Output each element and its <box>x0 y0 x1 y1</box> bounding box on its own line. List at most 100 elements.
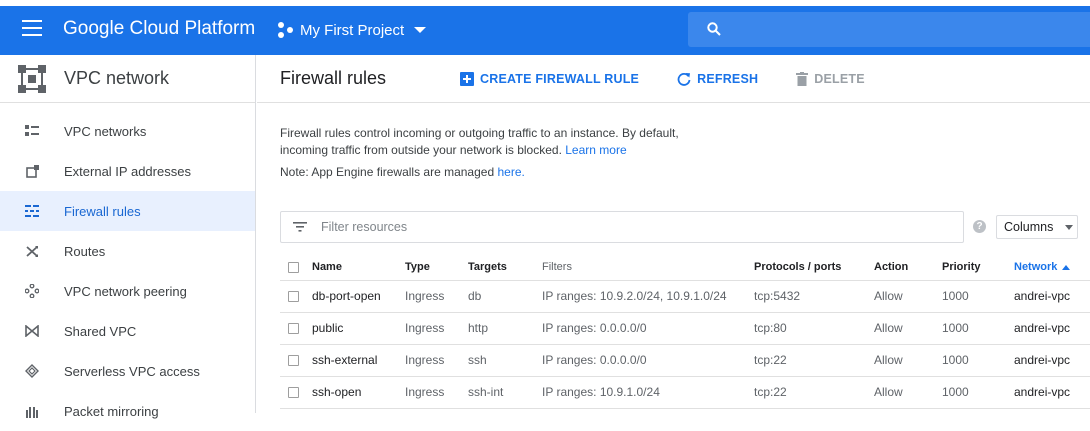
vpc-networks-icon <box>24 123 40 139</box>
learn-more-link[interactable]: Learn more <box>565 143 626 157</box>
cell-type: Ingress <box>405 376 468 409</box>
cell-ports: tcp:5432 <box>754 280 874 313</box>
project-icon <box>278 22 294 38</box>
search-input[interactable] <box>732 18 1072 40</box>
column-header-network[interactable]: Network <box>1014 255 1090 281</box>
cell-network[interactable]: andrei-vpc <box>1014 344 1090 377</box>
table-header-row: Name Type Targets Filters Protocols / po… <box>280 255 1090 281</box>
columns-dropdown[interactable]: Columns <box>996 215 1078 239</box>
packet-mirroring-icon <box>24 403 40 419</box>
table-row[interactable]: ssh-external Ingress ssh IP ranges: 0.0.… <box>280 344 1090 377</box>
note-text: Note: App Engine firewalls are managed <box>280 165 495 179</box>
sort-ascending-icon <box>1062 264 1071 270</box>
filter-bar[interactable] <box>280 211 964 243</box>
column-header-protocols[interactable]: Protocols / ports <box>754 255 874 281</box>
main-content: Firewall rules CREATE FIREWALL RULE REFR… <box>257 55 1090 413</box>
select-all-checkbox[interactable] <box>288 261 299 273</box>
cell-name[interactable]: ssh-open <box>312 376 405 409</box>
delete-button[interactable]: DELETE <box>796 71 865 86</box>
sidebar-title: VPC network <box>64 68 170 88</box>
row-checkbox[interactable] <box>288 387 299 399</box>
help-icon[interactable]: ? <box>973 220 986 233</box>
external-ip-icon <box>24 163 40 179</box>
cell-targets: ssh <box>468 344 542 377</box>
add-box-icon <box>460 71 474 86</box>
cell-filters: IP ranges: 0.0.0.0/0 <box>542 312 754 345</box>
columns-label: Columns <box>1004 220 1054 234</box>
row-checkbox[interactable] <box>288 291 299 303</box>
sidebar-header: VPC network <box>0 55 255 103</box>
refresh-button[interactable]: REFRESH <box>677 72 758 86</box>
cell-filters: IP ranges: 0.0.0.0/0 <box>542 344 754 377</box>
create-firewall-rule-label: CREATE FIREWALL RULE <box>480 71 640 86</box>
action-bar: Firewall rules CREATE FIREWALL RULE REFR… <box>257 55 1090 103</box>
row-checkbox[interactable] <box>288 355 299 367</box>
cell-ports: tcp:22 <box>754 344 874 377</box>
column-header-filters[interactable]: Filters <box>542 255 754 281</box>
cell-name[interactable]: ssh-external <box>312 344 405 377</box>
sidebar-item-packet-mirroring[interactable]: Packet mirroring <box>0 391 255 431</box>
description-line-1: Firewall rules control incoming or outgo… <box>280 126 679 140</box>
project-selector[interactable]: My First Project <box>278 18 427 42</box>
sidebar-item-external-ip[interactable]: External IP addresses <box>0 151 255 191</box>
sidebar-item-shared-vpc[interactable]: Shared VPC <box>0 311 255 351</box>
sidebar-item-label: VPC networks <box>64 123 147 139</box>
top-bar: Google Cloud Platform My First Project <box>0 0 1090 55</box>
sidebar-item-serverless[interactable]: Serverless VPC access <box>0 351 255 391</box>
column-header-targets[interactable]: Targets <box>468 255 542 281</box>
search-icon <box>707 22 721 36</box>
sidebar-item-label: VPC network peering <box>64 283 187 299</box>
filter-input[interactable] <box>321 220 921 234</box>
page-title: Firewall rules <box>280 68 387 88</box>
refresh-icon <box>677 72 691 86</box>
sidebar: VPC network VPC networks External IP add… <box>0 55 256 419</box>
here-link[interactable]: here. <box>497 165 524 179</box>
table-row[interactable]: public Ingress http IP ranges: 0.0.0.0/0… <box>280 312 1090 345</box>
cell-targets: ssh-int <box>468 376 542 409</box>
search-bar[interactable] <box>688 12 1090 47</box>
cell-targets: db <box>468 280 542 313</box>
sidebar-item-routes[interactable]: Routes <box>0 231 255 271</box>
sidebar-item-label: External IP addresses <box>64 163 191 179</box>
sidebar-item-firewall-rules[interactable]: Firewall rules <box>0 191 255 231</box>
column-header-type[interactable]: Type <box>405 255 468 281</box>
vpc-network-logo-icon <box>18 64 46 93</box>
sidebar-item-peering[interactable]: VPC network peering <box>0 271 255 311</box>
cell-type: Ingress <box>405 344 468 377</box>
brand-title[interactable]: Google Cloud Platform <box>63 18 255 40</box>
cell-action: Allow <box>874 376 942 409</box>
cell-action: Allow <box>874 344 942 377</box>
cell-targets: http <box>468 312 542 345</box>
cell-name[interactable]: public <box>312 312 405 345</box>
column-header-action[interactable]: Action <box>874 255 942 281</box>
serverless-icon <box>24 363 40 379</box>
sidebar-item-label: Shared VPC <box>64 323 137 339</box>
description: Firewall rules control incoming or outgo… <box>280 125 720 159</box>
column-header-priority[interactable]: Priority <box>942 255 1014 281</box>
row-checkbox[interactable] <box>288 323 299 335</box>
refresh-label: REFRESH <box>697 71 759 86</box>
sidebar-item-label: Routes <box>64 243 106 259</box>
filter-icon <box>293 222 307 232</box>
cell-ports: tcp:80 <box>754 312 874 345</box>
firewall-icon <box>24 203 40 219</box>
peering-icon <box>24 283 40 299</box>
cell-priority: 1000 <box>942 344 1014 377</box>
cell-network[interactable]: andrei-vpc <box>1014 376 1090 409</box>
menu-icon[interactable] <box>22 20 42 36</box>
cell-name[interactable]: db-port-open <box>312 280 405 313</box>
column-header-name[interactable]: Name <box>312 255 405 281</box>
app-engine-note: Note: App Engine firewalls are managed h… <box>280 165 525 179</box>
sidebar-item-label: Packet mirroring <box>64 403 159 419</box>
cell-network[interactable]: andrei-vpc <box>1014 312 1090 345</box>
table-row[interactable]: ssh-open Ingress ssh-int IP ranges: 10.9… <box>280 376 1090 409</box>
firewall-rules-table: Name Type Targets Filters Protocols / po… <box>280 255 1090 409</box>
network-header-label: Network <box>1014 261 1058 274</box>
sidebar-item-vpc-networks[interactable]: VPC networks <box>0 111 255 151</box>
cell-type: Ingress <box>405 312 468 345</box>
cell-network[interactable]: andrei-vpc <box>1014 280 1090 313</box>
table-row[interactable]: db-port-open Ingress db IP ranges: 10.9.… <box>280 280 1090 313</box>
routes-icon <box>24 243 40 259</box>
cell-action: Allow <box>874 312 942 345</box>
create-firewall-rule-button[interactable]: CREATE FIREWALL RULE <box>460 71 640 86</box>
